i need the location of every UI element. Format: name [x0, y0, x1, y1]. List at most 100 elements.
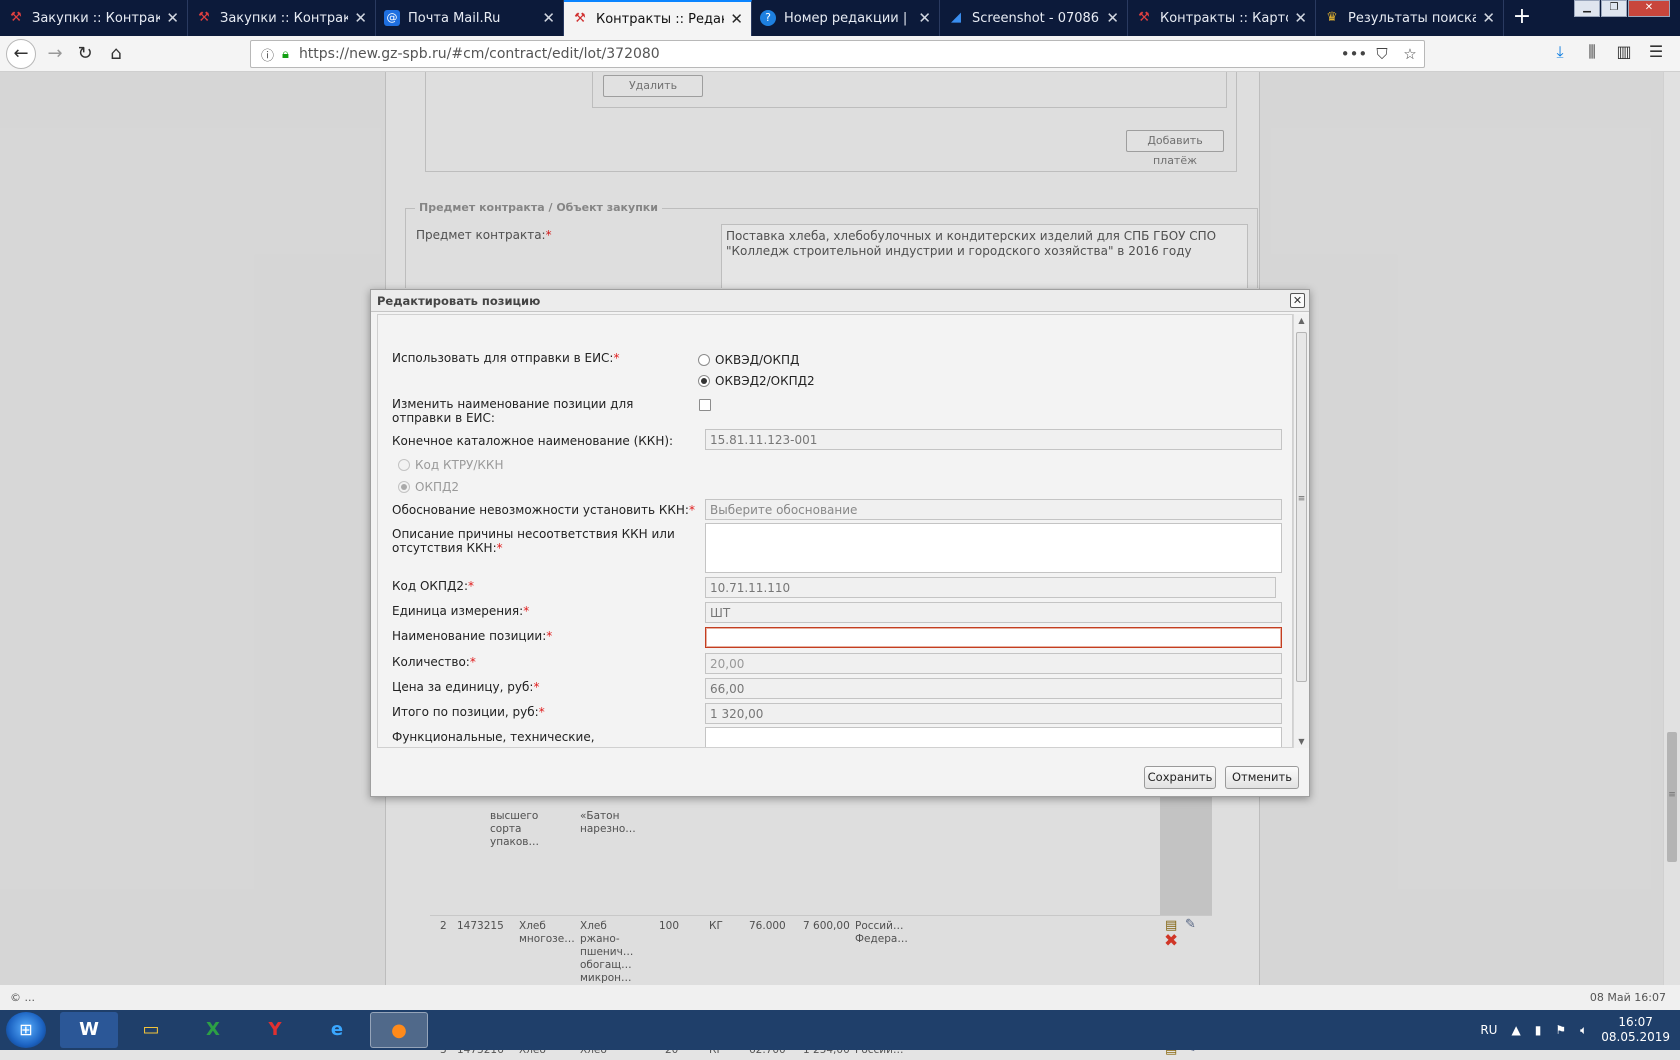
start-button[interactable]: ⊞: [6, 1012, 46, 1048]
help-icon: ?: [760, 10, 776, 26]
pocket-icon[interactable]: ⛉: [1368, 45, 1396, 63]
eis-label: Использовать для отправки в ЕИС:*: [392, 351, 619, 365]
close-icon[interactable]: ✕: [542, 9, 555, 27]
quantity-label: Количество:*: [392, 655, 476, 669]
position-name-input[interactable]: [705, 627, 1282, 648]
tab-label: Номер редакции | Help: [784, 10, 912, 26]
reload-icon[interactable]: ↻: [72, 41, 98, 67]
restore-icon[interactable]: ❐: [1601, 0, 1627, 17]
new-tab-icon[interactable]: +: [1504, 0, 1540, 36]
characteristics-textarea[interactable]: [705, 727, 1282, 747]
close-icon[interactable]: ✕: [730, 10, 743, 28]
unit-label-text: Единица измерения:: [392, 604, 524, 618]
volume-icon[interactable]: 🔈︎: [1580, 1023, 1587, 1038]
dialog-title: Редактировать позицию: [371, 290, 1309, 312]
tab-6[interactable]: ◢ Screenshot - 0708628ec ✕: [940, 0, 1128, 36]
reason-textarea[interactable]: [705, 523, 1282, 573]
forward-arrow-icon[interactable]: →: [42, 41, 68, 67]
save-button[interactable]: Сохранить: [1144, 766, 1216, 789]
scroll-up-icon[interactable]: ▲: [1294, 316, 1309, 325]
download-icon[interactable]: ⤓: [1544, 42, 1576, 62]
grip-icon: ≡: [1297, 494, 1306, 504]
scroll-down-icon[interactable]: ▼: [1294, 737, 1309, 746]
tab-label: Контракты :: Редактиро: [596, 11, 724, 27]
home-icon[interactable]: ⌂: [103, 41, 129, 67]
rename-label: Изменить наименование позиции для отправ…: [392, 397, 634, 425]
close-icon[interactable]: ✕: [1294, 9, 1307, 27]
radio-okved-okpd-label[interactable]: ОКВЭД/ОКПД: [715, 353, 799, 367]
firefox-icon[interactable]: ●: [370, 1012, 428, 1048]
language-indicator[interactable]: RU: [1480, 1023, 1497, 1037]
radio-okved2-okpd2-label[interactable]: ОКВЭД2/ОКПД2: [715, 374, 815, 388]
close-icon[interactable]: ✕: [166, 9, 179, 27]
required-mark: *: [546, 629, 553, 643]
library-icon[interactable]: ⫼: [1576, 42, 1608, 62]
yandex-icon[interactable]: Y: [246, 1012, 304, 1048]
network-icon[interactable]: ▮: [1535, 1023, 1542, 1037]
required-mark: *: [538, 705, 545, 719]
reason-label: Описание причины несоответствия ККН или …: [392, 527, 682, 555]
dialog-scrollbar-thumb[interactable]: [1296, 332, 1307, 682]
unit-price-label: Цена за единицу, руб:*: [392, 680, 539, 694]
status-text: © ...: [10, 991, 35, 1004]
close-icon[interactable]: ✕: [1106, 9, 1119, 27]
word-icon[interactable]: W: [60, 1012, 118, 1048]
position-name-label: Наименование позиции:*: [392, 629, 552, 643]
tab-4-active[interactable]: ⚒ Контракты :: Редактиро ✕: [564, 0, 752, 36]
bookmark-star-icon[interactable]: ☆: [1396, 45, 1424, 63]
required-mark: *: [469, 655, 476, 669]
tab-label: Почта Mail.Ru: [408, 10, 501, 26]
unit-price-field[interactable]: 66,00: [705, 678, 1282, 699]
excel-icon[interactable]: X: [184, 1012, 242, 1048]
total-field[interactable]: 1 320,00: [705, 703, 1282, 724]
kkn-label: Конечное каталожное наименование (ККН):: [392, 434, 674, 448]
window-close-icon[interactable]: ✕: [1628, 0, 1670, 17]
tab-3[interactable]: @ Почта Mail.Ru ✕: [376, 0, 564, 36]
position-name-label-text: Наименование позиции:: [392, 629, 547, 643]
radio-okpd2[interactable]: [398, 481, 410, 493]
close-icon[interactable]: ✕: [354, 9, 367, 27]
hammer-icon: ⚒: [10, 10, 22, 25]
justification-select[interactable]: Выберите обоснование: [705, 499, 1282, 520]
quantity-field[interactable]: 20,00: [705, 653, 1282, 674]
radio-okved-okpd[interactable]: [698, 354, 710, 366]
tab-label: Закупки :: Контракты н: [220, 10, 348, 26]
page-actions-icon[interactable]: •••: [1340, 45, 1368, 63]
reason-label-text: Описание причины несоответствия ККН или …: [392, 527, 675, 555]
tab-8[interactable]: ♛ Результаты поиска ✕: [1316, 0, 1504, 36]
rename-checkbox[interactable]: [699, 399, 711, 411]
required-mark: *: [496, 541, 503, 555]
back-arrow-icon[interactable]: ←: [6, 39, 36, 69]
tab-label: Закупки :: Контракты н: [32, 10, 160, 26]
dialog-scrollbar[interactable]: ▲ ≡ ▼: [1293, 314, 1309, 748]
sidebar-icon[interactable]: ▥: [1608, 42, 1640, 62]
emblem-icon: ♛: [1326, 10, 1338, 25]
clock[interactable]: 16:07 08.05.2019: [1601, 1015, 1670, 1045]
tab-1[interactable]: ⚒ Закупки :: Контракты н ✕: [0, 0, 188, 36]
close-icon[interactable]: ✕: [918, 9, 931, 27]
cancel-button[interactable]: Отменить: [1225, 766, 1299, 789]
minimize-icon[interactable]: ▁: [1574, 0, 1600, 17]
tab-7[interactable]: ⚒ Контракты :: Карточка ✕: [1128, 0, 1316, 36]
characteristics-label: Функциональные, технические, качественны…: [392, 730, 595, 747]
menu-icon[interactable]: ☰: [1640, 42, 1672, 62]
edit-position-dialog: Редактировать позицию ✕ Использовать для…: [370, 289, 1310, 797]
explorer-icon[interactable]: ▭: [122, 1012, 180, 1048]
windows-taskbar: ⊞ W ▭ X Y e ● RU ▲ ▮ ⚑ 🔈︎ 16:07 08.05.20…: [0, 1010, 1680, 1050]
tray-expand-icon[interactable]: ▲: [1511, 1023, 1520, 1037]
tab-2[interactable]: ⚒ Закупки :: Контракты н ✕: [188, 0, 376, 36]
status-datetime: 08 Май 16:07: [1589, 991, 1666, 1004]
radio-okved2-okpd2[interactable]: [698, 375, 710, 387]
radio-ktru[interactable]: [398, 459, 410, 471]
kkn-field[interactable]: 15.81.11.123-001: [705, 429, 1282, 450]
flag-icon[interactable]: ⚑: [1555, 1023, 1566, 1037]
ie-icon[interactable]: e: [308, 1012, 366, 1048]
tab-5[interactable]: ? Номер редакции | Help ✕: [752, 0, 940, 36]
okpd2-field[interactable]: 10.71.11.110: [705, 577, 1276, 598]
url-text[interactable]: https://new.gz-spb.ru/#cm/contract/edit/…: [299, 46, 1340, 62]
dialog-close-icon[interactable]: ✕: [1290, 293, 1305, 308]
info-icon[interactable]: ⓘ: [261, 45, 274, 64]
unit-field[interactable]: ШТ: [705, 602, 1282, 623]
close-icon[interactable]: ✕: [1482, 9, 1495, 27]
address-bar[interactable]: ⓘ 🔒︎ https://new.gz-spb.ru/#cm/contract/…: [250, 40, 1425, 68]
